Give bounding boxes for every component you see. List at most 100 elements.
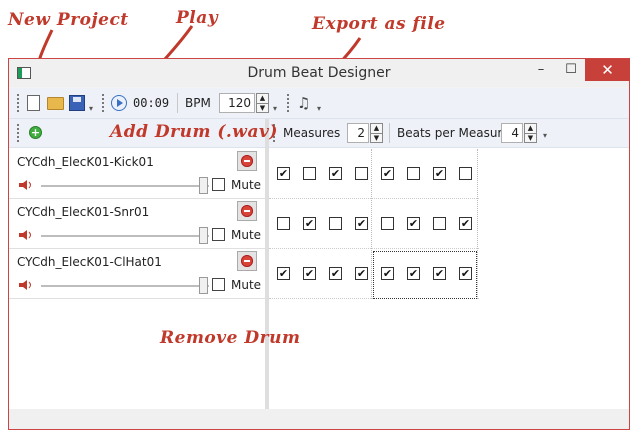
measures-label: Measures xyxy=(283,126,341,140)
music-note-icon: ♫ xyxy=(297,94,311,112)
add-drum-button[interactable]: + xyxy=(29,126,42,139)
beat-checkbox[interactable]: ✔ xyxy=(303,267,316,280)
annotation-play: Play xyxy=(176,8,219,28)
folder-icon xyxy=(47,96,64,110)
chevron-down-icon[interactable]: ▼ xyxy=(525,134,536,143)
minimize-button[interactable]: – xyxy=(525,59,557,81)
new-project-button[interactable] xyxy=(27,93,40,113)
elapsed-time: 00:09 xyxy=(133,96,170,110)
title-bar[interactable]: Drum Beat Designer – ☐ ✕ xyxy=(9,59,630,87)
drum-name: CYCdh_ElecK01-Snr01 xyxy=(17,205,150,219)
chevron-up-icon[interactable]: ▲ xyxy=(525,124,536,134)
volume-slider-thumb[interactable] xyxy=(199,227,208,244)
toolbar-overflow-2[interactable]: ▾ xyxy=(273,98,277,118)
beat-checkbox[interactable] xyxy=(381,217,394,230)
mute-checkbox[interactable] xyxy=(212,278,225,291)
beat-checkbox[interactable]: ✔ xyxy=(355,267,368,280)
beat-checkbox[interactable]: ✔ xyxy=(459,217,472,230)
drum-toolbar-grip[interactable] xyxy=(17,124,21,142)
play-icon xyxy=(111,95,127,111)
beat-checkbox[interactable]: ✔ xyxy=(277,167,290,180)
separator xyxy=(177,93,178,113)
beats-per-measure-input[interactable]: 4 xyxy=(501,123,523,143)
annotation-remove-drum: Remove Drum xyxy=(160,328,301,348)
bpm-label: BPM xyxy=(185,96,211,110)
mute-checkbox[interactable] xyxy=(212,178,225,191)
beat-checkbox[interactable] xyxy=(303,167,316,180)
drum-list-pane: + CYCdh_ElecK01-Kick01 Mute CYCdh_ElecK01-… xyxy=(9,119,265,409)
beat-checkbox[interactable] xyxy=(407,167,420,180)
drum-row: CYCdh_ElecK01-ClHat01 Mute xyxy=(9,249,265,299)
remove-drum-button[interactable] xyxy=(237,201,257,221)
measures-stepper[interactable]: ▲ ▼ xyxy=(370,123,383,143)
annotation-export: Export as file xyxy=(312,14,446,34)
beat-checkbox[interactable] xyxy=(355,167,368,180)
open-button[interactable] xyxy=(47,93,64,113)
bpm-stepper[interactable]: ▲ ▼ xyxy=(256,93,269,113)
bpm-input[interactable]: 120 xyxy=(219,93,255,113)
toolbar-grip-2[interactable] xyxy=(102,94,106,112)
beat-checkbox[interactable] xyxy=(433,217,446,230)
drum-row: CYCdh_ElecK01-Snr01 Mute xyxy=(9,199,265,249)
save-icon xyxy=(69,95,85,111)
remove-drum-button[interactable] xyxy=(237,151,257,171)
play-button[interactable] xyxy=(111,93,127,113)
measure-divider xyxy=(477,149,478,299)
app-window: Drum Beat Designer – ☐ ✕ ▾ 00:09 BPM 120… xyxy=(8,58,630,430)
chevron-down-icon[interactable]: ▼ xyxy=(257,104,268,113)
maximize-button[interactable]: ☐ xyxy=(555,59,587,81)
volume-slider-track[interactable] xyxy=(41,185,209,187)
speaker-icon[interactable] xyxy=(19,180,33,190)
mute-label: Mute xyxy=(231,178,262,192)
volume-slider-thumb[interactable] xyxy=(199,277,208,294)
chevron-up-icon[interactable]: ▲ xyxy=(257,94,268,104)
focus-rectangle xyxy=(373,251,477,299)
new-document-icon xyxy=(27,95,40,111)
speaker-icon[interactable] xyxy=(19,230,33,240)
mute-checkbox[interactable] xyxy=(212,228,225,241)
beat-checkbox[interactable]: ✔ xyxy=(329,167,342,180)
beat-checkbox[interactable]: ✔ xyxy=(433,167,446,180)
chevron-down-icon[interactable]: ▼ xyxy=(371,134,382,143)
beats-per-measure-stepper[interactable]: ▲ ▼ xyxy=(524,123,537,143)
beat-checkbox[interactable]: ✔ xyxy=(303,217,316,230)
mute-label: Mute xyxy=(231,278,262,292)
grid-toolbar-overflow[interactable]: ▾ xyxy=(543,131,547,140)
main-toolbar: ▾ 00:09 BPM 120 ▲ ▼ ▾ ♫ ▾ xyxy=(9,88,629,119)
close-button[interactable]: ✕ xyxy=(585,59,630,81)
beats-per-measure-label: Beats per Measure xyxy=(397,126,510,140)
volume-slider-track[interactable] xyxy=(41,285,209,287)
toolbar-grip-3[interactable] xyxy=(287,94,291,112)
volume-slider-thumb[interactable] xyxy=(199,177,208,194)
grid-settings-toolbar: Measures 2 ▲ ▼ Beats per Measure 4 ▲ ▼ ▾ xyxy=(269,119,629,148)
annotation-new-project: New Project xyxy=(8,10,129,30)
annotation-add-drum: Add Drum (.wav) xyxy=(110,122,278,142)
beat-checkbox[interactable] xyxy=(459,167,472,180)
beat-checkbox[interactable]: ✔ xyxy=(277,267,290,280)
speaker-icon[interactable] xyxy=(19,280,33,290)
beat-grid-pane: Measures 2 ▲ ▼ Beats per Measure 4 ▲ ▼ ▾ ✔… xyxy=(269,119,629,409)
mute-label: Mute xyxy=(231,228,262,242)
toolbar-overflow-3[interactable]: ▾ xyxy=(317,98,321,118)
chevron-up-icon[interactable]: ▲ xyxy=(371,124,382,134)
toolbar-overflow-1[interactable]: ▾ xyxy=(89,98,93,118)
grid-row-divider xyxy=(269,198,479,199)
save-button[interactable] xyxy=(69,93,85,113)
beat-checkbox[interactable] xyxy=(329,217,342,230)
beat-checkbox[interactable] xyxy=(277,217,290,230)
beat-checkbox[interactable]: ✔ xyxy=(355,217,368,230)
grid-row-divider xyxy=(269,248,479,249)
drum-name: CYCdh_ElecK01-Kick01 xyxy=(17,155,154,169)
measures-input[interactable]: 2 xyxy=(347,123,369,143)
export-button[interactable]: ♫ xyxy=(297,93,310,113)
remove-drum-button[interactable] xyxy=(237,251,257,271)
beat-checkbox[interactable]: ✔ xyxy=(407,217,420,230)
toolbar-grip[interactable] xyxy=(17,94,21,112)
separator xyxy=(389,123,390,143)
beat-checkbox[interactable]: ✔ xyxy=(329,267,342,280)
beat-checkbox[interactable]: ✔ xyxy=(381,167,394,180)
measure-divider xyxy=(371,149,372,299)
status-bar xyxy=(9,409,629,429)
drum-name: CYCdh_ElecK01-ClHat01 xyxy=(17,255,162,269)
volume-slider-track[interactable] xyxy=(41,235,209,237)
